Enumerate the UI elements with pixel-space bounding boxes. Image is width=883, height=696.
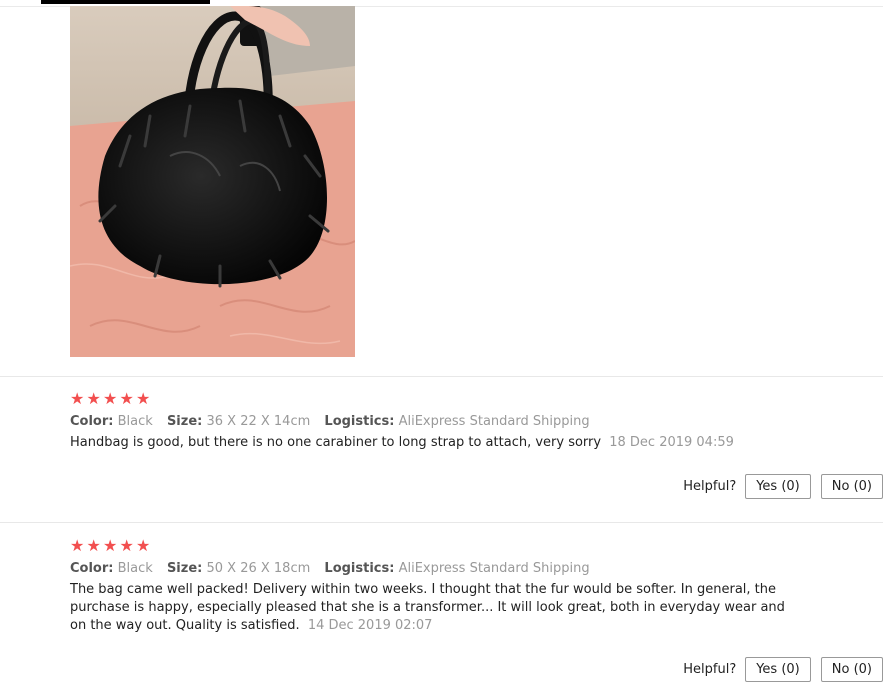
review-text: Handbag is good, but there is no one car… (70, 435, 602, 450)
review-item: ★ ★ ★ ★ ★ Color: Black Size: 50 X 26 X 1… (70, 538, 883, 635)
helpful-no-button[interactable]: No (0) (820, 657, 883, 682)
star-icon: ★ (70, 536, 85, 555)
star-rating: ★ ★ ★ ★ ★ (70, 538, 883, 556)
helpful-label: Helpful? (683, 479, 737, 494)
review-attributes: Color: Black Size: 50 X 26 X 18cm Logist… (70, 561, 883, 576)
star-icon: ★ (103, 389, 118, 408)
color-value: Black (117, 561, 153, 576)
review-divider (0, 376, 883, 377)
review-attributes: Color: Black Size: 36 X 22 X 14cm Logist… (70, 414, 883, 429)
review-text-block: The bag came well packed! Delivery withi… (70, 581, 785, 635)
star-icon: ★ (119, 389, 134, 408)
size-value: 50 X 26 X 18cm (206, 561, 311, 576)
helpful-vote: Helpful? Yes (0) No (0) (683, 657, 883, 682)
star-icon: ★ (70, 389, 85, 408)
logistics-value: AliExpress Standard Shipping (398, 561, 590, 576)
review-date: 14 Dec 2019 02:07 (307, 618, 433, 633)
helpful-no-button[interactable]: No (0) (820, 474, 883, 499)
logistics-label: Logistics: (324, 414, 395, 429)
review-item: ★ ★ ★ ★ ★ Color: Black Size: 36 X 22 X 1… (70, 391, 883, 452)
size-label: Size: (166, 561, 203, 576)
helpful-yes-button[interactable]: Yes (0) (745, 657, 811, 682)
star-rating: ★ ★ ★ ★ ★ (70, 391, 883, 409)
color-label: Color: (70, 414, 114, 429)
color-label: Color: (70, 561, 114, 576)
active-tab-indicator (41, 0, 210, 4)
helpful-yes-button[interactable]: Yes (0) (745, 474, 811, 499)
star-icon: ★ (136, 389, 151, 408)
size-label: Size: (166, 414, 203, 429)
review-text-block: Handbag is good, but there is no one car… (70, 434, 785, 452)
star-icon: ★ (86, 389, 101, 408)
review-date: 18 Dec 2019 04:59 (609, 435, 734, 450)
review-photo[interactable] (70, 6, 355, 357)
review-divider (0, 522, 883, 523)
star-icon: ★ (103, 536, 118, 555)
logistics-label: Logistics: (324, 561, 395, 576)
size-value: 36 X 22 X 14cm (206, 414, 311, 429)
star-icon: ★ (136, 536, 151, 555)
helpful-label: Helpful? (683, 662, 737, 677)
star-icon: ★ (86, 536, 101, 555)
color-value: Black (117, 414, 153, 429)
helpful-vote: Helpful? Yes (0) No (0) (683, 474, 883, 499)
star-icon: ★ (119, 536, 134, 555)
fur-handbag-photo-icon (70, 6, 355, 357)
logistics-value: AliExpress Standard Shipping (398, 414, 590, 429)
